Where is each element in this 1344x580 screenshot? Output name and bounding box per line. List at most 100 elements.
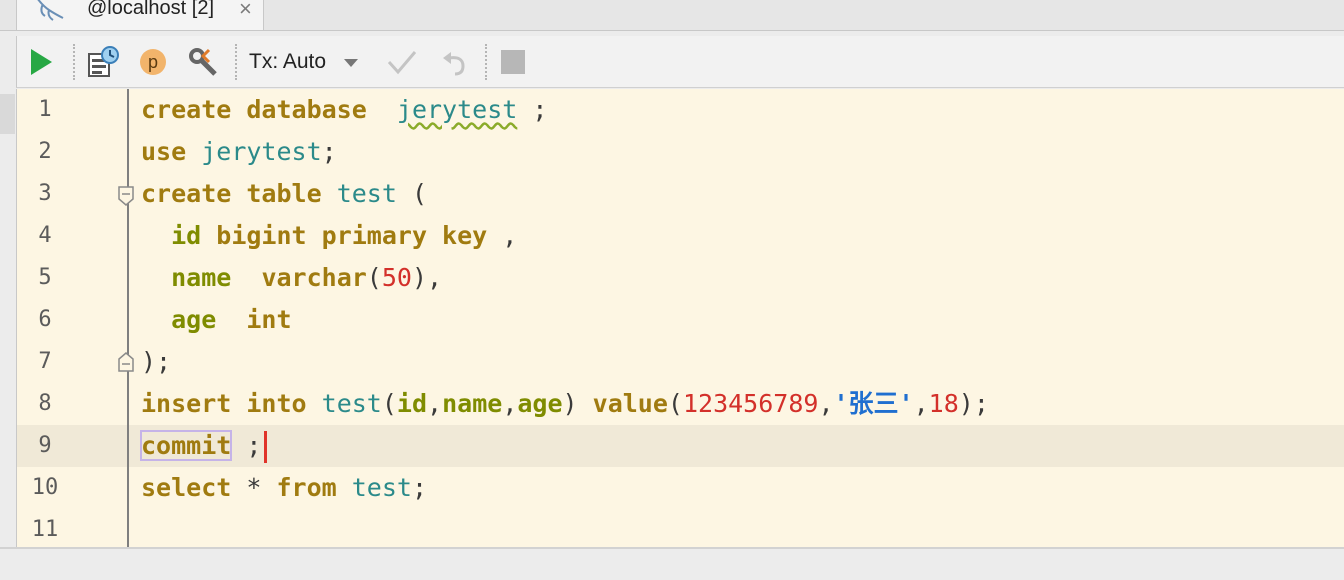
line-number: 7 [38, 349, 52, 374]
status-bar [0, 547, 1344, 580]
code-token: ); [958, 389, 989, 418]
code-token: ); [141, 347, 172, 376]
code-line[interactable]: 9 commit ; [17, 425, 1344, 467]
explain-plan-icon[interactable] [87, 46, 119, 78]
code-token: jerytest [396, 95, 518, 124]
code-token: id [396, 389, 428, 418]
line-number: 3 [38, 181, 52, 206]
text-caret [264, 431, 268, 463]
code-token: ( [381, 389, 397, 418]
code-token: ), [411, 263, 443, 292]
transaction-mode-dropdown[interactable]: Tx: Auto [249, 50, 326, 74]
code-token: jerytest [201, 137, 322, 166]
code-text[interactable]: select * from test; [141, 467, 427, 509]
code-token: test [321, 389, 382, 418]
code-token: ( [396, 179, 428, 208]
line-number: 11 [31, 517, 59, 542]
code-token: insert into [141, 389, 307, 418]
code-token: ) [562, 389, 593, 418]
code-line[interactable]: 11 [17, 509, 1344, 547]
code-token: , [487, 221, 518, 250]
wrench-icon[interactable] [187, 46, 219, 78]
code-token: test [351, 473, 412, 502]
code-token: ( [366, 263, 382, 292]
line-number: 6 [38, 307, 52, 332]
code-text[interactable]: insert into test(id,name,age) value(1234… [141, 383, 989, 425]
code-text[interactable]: age int [141, 299, 292, 341]
code-token: , [502, 389, 518, 418]
checkmark-icon [387, 51, 417, 75]
code-token: ( [667, 389, 683, 418]
editor-tab-strip: @localhost [2] × [0, 0, 1344, 31]
line-number: 5 [38, 265, 52, 290]
code-line[interactable]: 1 create database jerytest ; [17, 89, 1344, 131]
console-tab[interactable]: @localhost [2] × [16, 0, 264, 30]
line-number: 4 [38, 223, 52, 248]
code-line[interactable]: 2 use jerytest; [17, 131, 1344, 173]
code-token: ; [411, 473, 428, 502]
code-token: int [246, 305, 292, 334]
tab-close-button[interactable]: × [239, 0, 252, 22]
tab-title: @localhost [2] [87, 0, 215, 19]
code-token: from [276, 473, 337, 502]
code-text[interactable]: commit ; [139, 425, 268, 467]
code-line[interactable]: 6 age int [17, 299, 1344, 341]
code-token: 123456789 [682, 389, 819, 418]
code-token: value [592, 389, 668, 418]
code-text[interactable]: create table test ( [141, 173, 427, 215]
profile-icon[interactable]: p [139, 48, 167, 76]
code-text[interactable]: id bigint primary key , [141, 215, 517, 257]
code-token: create database [141, 95, 367, 124]
code-token: age [517, 389, 563, 418]
code-line[interactable]: 10 select * from test; [17, 467, 1344, 509]
fold-start-icon[interactable] [117, 185, 135, 207]
gutter-separator [127, 89, 129, 547]
code-token: , [913, 389, 929, 418]
code-token: , [427, 389, 443, 418]
console-toolbar: p Tx: Auto [16, 36, 1344, 88]
code-token: ; [321, 137, 337, 166]
code-token: , [818, 389, 834, 418]
code-token: name [171, 263, 232, 292]
code-token: ; [231, 431, 262, 460]
code-token: varchar [261, 263, 367, 292]
chevron-down-icon[interactable] [343, 58, 359, 68]
play-icon[interactable] [29, 48, 53, 76]
code-line[interactable]: 3 create table test ( [17, 173, 1344, 215]
mysql-dolphin-icon [37, 0, 64, 21]
code-line[interactable]: 8 insert into test(id,name,age) value(123… [17, 383, 1344, 425]
code-text[interactable]: use jerytest; [141, 131, 337, 173]
code-token: use [141, 137, 187, 166]
code-token: test [336, 179, 397, 208]
code-token: create table [141, 179, 322, 208]
code-token: select [141, 473, 232, 502]
code-token: name [442, 389, 503, 418]
code-token: '张三' [833, 389, 914, 418]
sql-editor[interactable]: 1 create database jerytest ; 2 use jerytest… [16, 89, 1344, 547]
code-token: bigint primary key [216, 221, 488, 250]
left-margin-strip [0, 89, 15, 547]
line-number: 8 [38, 391, 52, 416]
code-token: age [171, 305, 217, 334]
code-line[interactable]: 5 name varchar(50), [17, 257, 1344, 299]
code-line[interactable]: 4 id bigint primary key , [17, 215, 1344, 257]
svg-text:p: p [148, 52, 158, 72]
line-number: 9 [38, 433, 52, 458]
code-token: * [231, 473, 277, 502]
code-text[interactable]: name varchar(50), [141, 257, 442, 299]
code-token: ; [517, 95, 548, 124]
code-text[interactable]: ); [141, 341, 171, 383]
code-line[interactable]: 7); [17, 341, 1344, 383]
code-text[interactable]: create database jerytest ; [141, 89, 547, 131]
code-token: 18 [928, 389, 959, 418]
line-number: 10 [31, 475, 59, 500]
fold-end-icon[interactable] [117, 351, 135, 373]
